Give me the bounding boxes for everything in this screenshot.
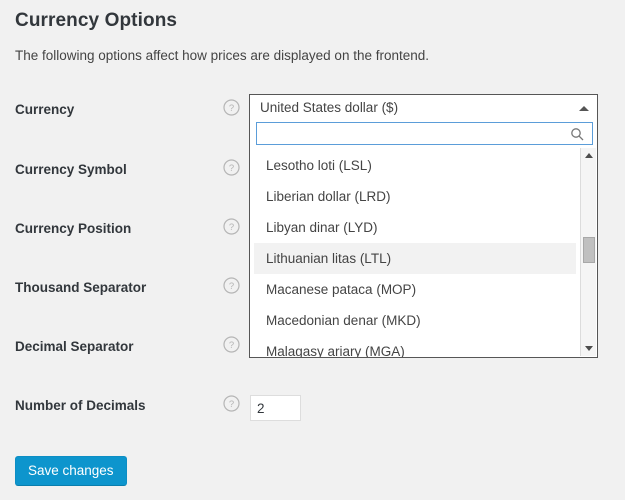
list-item[interactable]: Lesotho loti (LSL) xyxy=(254,150,576,181)
chevron-up-icon[interactable] xyxy=(579,106,589,111)
label-number-of-decimals: Number of Decimals xyxy=(15,397,146,415)
label-thousand-separator: Thousand Separator xyxy=(15,279,146,297)
help-circle-icon[interactable]: ? xyxy=(223,99,240,116)
form-row-number-of-decimals: Number of Decimals ? xyxy=(0,397,625,427)
currency-options-page: Currency Options The following options a… xyxy=(0,0,625,500)
currency-select: United States dollar ($) Lesotho loti (L… xyxy=(249,94,600,359)
currency-options-list-inner: Lesotho loti (LSL) Liberian dollar (LRD)… xyxy=(250,148,580,357)
list-item[interactable]: Macedonian denar (MKD) xyxy=(254,305,576,336)
number-of-decimals-input[interactable] xyxy=(250,395,301,421)
scrollbar-thumb[interactable] xyxy=(583,237,595,263)
help-circle-icon[interactable]: ? xyxy=(223,336,240,353)
currency-select-search-area xyxy=(249,121,598,148)
label-currency-position: Currency Position xyxy=(15,220,131,238)
help-circle-icon[interactable]: ? xyxy=(223,159,240,176)
list-item[interactable]: Liberian dollar (LRD) xyxy=(254,181,576,212)
svg-text:?: ? xyxy=(229,163,234,174)
list-item-highlighted[interactable]: Lithuanian litas (LTL) xyxy=(254,243,576,274)
help-circle-icon[interactable]: ? xyxy=(223,395,240,412)
svg-text:?: ? xyxy=(229,281,234,292)
list-item[interactable]: Macanese pataca (MOP) xyxy=(254,274,576,305)
list-item[interactable]: Libyan dinar (LYD) xyxy=(254,212,576,243)
scroll-down-arrow-icon[interactable] xyxy=(581,341,596,356)
svg-text:?: ? xyxy=(229,222,234,233)
help-circle-icon[interactable]: ? xyxy=(223,218,240,235)
label-decimal-separator: Decimal Separator xyxy=(15,338,134,356)
label-currency: Currency xyxy=(15,101,74,119)
currency-list-scrollbar[interactable] xyxy=(580,148,596,356)
save-changes-button[interactable]: Save changes xyxy=(15,456,127,486)
page-description: The following options affect how prices … xyxy=(15,48,429,63)
page-title: Currency Options xyxy=(15,10,177,32)
currency-select-toggle[interactable]: United States dollar ($) xyxy=(249,94,598,122)
help-circle-icon[interactable]: ? xyxy=(223,277,240,294)
currency-search-input[interactable] xyxy=(256,122,593,145)
svg-text:?: ? xyxy=(229,399,234,410)
svg-text:?: ? xyxy=(229,103,234,114)
svg-text:?: ? xyxy=(229,340,234,351)
list-item[interactable]: Malagasy ariary (MGA) xyxy=(254,336,576,357)
currency-options-list: Lesotho loti (LSL) Liberian dollar (LRD)… xyxy=(249,148,598,358)
scroll-up-arrow-icon[interactable] xyxy=(581,148,596,163)
currency-select-selected-label: United States dollar ($) xyxy=(260,100,398,115)
label-currency-symbol: Currency Symbol xyxy=(15,161,127,179)
